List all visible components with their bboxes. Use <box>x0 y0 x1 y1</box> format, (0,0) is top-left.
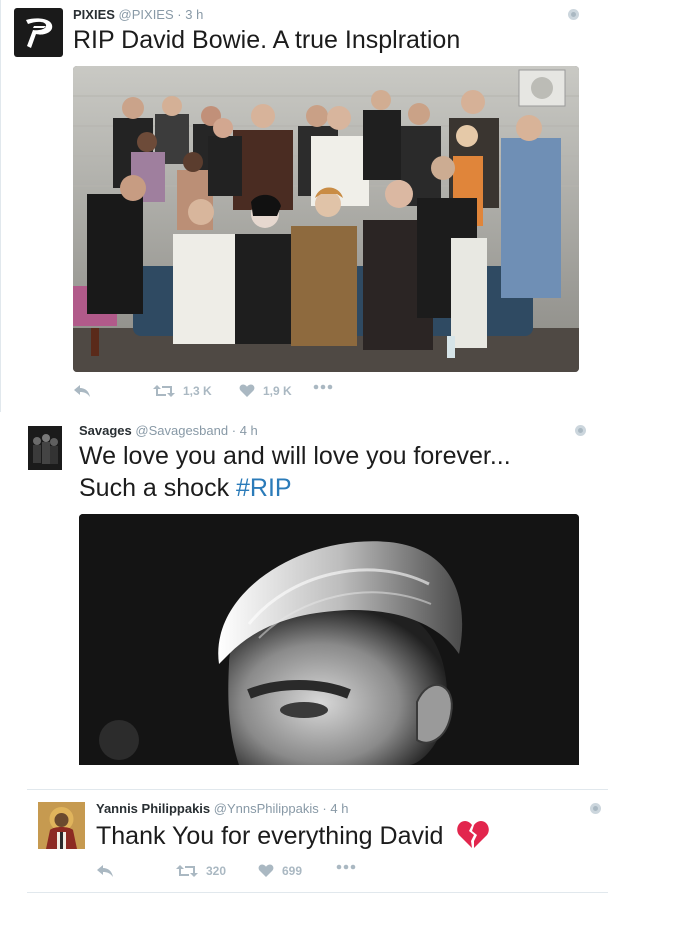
more-dots-icon <box>313 384 333 390</box>
pixies-logo-icon <box>26 18 53 48</box>
group-photo[interactable] <box>73 66 579 372</box>
broken-heart-icon <box>457 821 490 848</box>
globe-icon <box>590 803 601 814</box>
tweet-text-line-2: Such a shock #RIP <box>79 472 511 504</box>
author-handle[interactable]: @Savagesband <box>135 423 228 438</box>
meta-separator: · <box>322 801 327 816</box>
savages-band-avatar <box>28 426 62 470</box>
tweet-actions: 1,3 K 1,9 K <box>73 384 373 404</box>
timestamp[interactable]: 4 h <box>330 801 348 816</box>
tweet-text-line-1: We love you and will love you forever... <box>79 442 511 470</box>
divider <box>27 892 608 893</box>
tweet-header: Savages @Savagesband · 4 h <box>79 423 258 438</box>
timestamp[interactable]: 3 h <box>185 7 203 22</box>
reply-button[interactable] <box>73 384 91 398</box>
retweet-count: 320 <box>206 864 227 878</box>
tweet-pixies: PIXIES @PIXIES · 3 h RIP David Bowie. A … <box>0 0 591 412</box>
more-button[interactable] <box>313 384 333 390</box>
globe-icon <box>575 425 586 436</box>
retweet-button[interactable]: 320 <box>176 864 226 878</box>
group-photo-illustration <box>73 66 579 372</box>
tweet-text-line-2-main: Such a shock <box>79 474 237 502</box>
tweet-header: Yannis Philippakis @YnnsPhilippakis · 4 … <box>96 801 348 816</box>
globe-icon <box>568 9 579 20</box>
tweet-header: PIXIES @PIXIES · 3 h <box>73 7 203 22</box>
reply-icon <box>97 865 113 877</box>
portrait-illustration <box>79 514 579 765</box>
meta-separator: · <box>231 423 237 438</box>
bowie-portrait-photo[interactable] <box>79 514 579 765</box>
like-count: 699 <box>282 864 303 878</box>
author-name[interactable]: Savages <box>79 423 132 438</box>
like-button[interactable]: 1,9 K <box>239 384 292 398</box>
avatar[interactable] <box>28 426 62 470</box>
author-name[interactable]: PIXIES <box>73 7 115 22</box>
more-button[interactable] <box>336 864 356 870</box>
tweet-text: Thank You for everything David <box>96 819 490 852</box>
author-handle[interactable]: @YnnsPhilippakis <box>214 801 319 816</box>
author-handle[interactable]: @PIXIES <box>119 7 174 22</box>
meta-separator: · <box>177 7 182 22</box>
retweet-icon <box>176 865 198 877</box>
retweet-button[interactable]: 1,3 K <box>153 384 212 398</box>
hashtag-link[interactable]: #RIP <box>236 474 292 502</box>
icon-painting-avatar <box>38 802 85 849</box>
like-count: 1,9 K <box>263 384 292 398</box>
tweet-text-main: Thank You for everything David <box>96 822 444 850</box>
reply-button[interactable] <box>96 864 114 878</box>
like-button[interactable]: 699 <box>258 864 302 878</box>
reply-icon <box>74 385 90 397</box>
avatar[interactable] <box>38 802 85 849</box>
tweet-text: RIP David Bowie. A true Insplration <box>73 26 461 54</box>
avatar[interactable] <box>14 8 63 57</box>
heart-icon <box>239 384 255 397</box>
retweet-icon <box>153 385 175 397</box>
more-dots-icon <box>336 864 356 870</box>
timestamp[interactable]: 4 h <box>240 423 258 438</box>
tweet-text: We love you and will love you forever...… <box>79 440 511 504</box>
retweet-count: 1,3 K <box>183 384 212 398</box>
author-name[interactable]: Yannis Philippakis <box>96 801 210 816</box>
heart-icon <box>258 864 274 877</box>
tweet-savages: Savages @Savagesband · 4 h We love you a… <box>0 412 610 792</box>
tweet-yannis: Yannis Philippakis @YnnsPhilippakis · 4 … <box>0 790 610 892</box>
tweet-actions: 320 699 <box>96 864 396 884</box>
